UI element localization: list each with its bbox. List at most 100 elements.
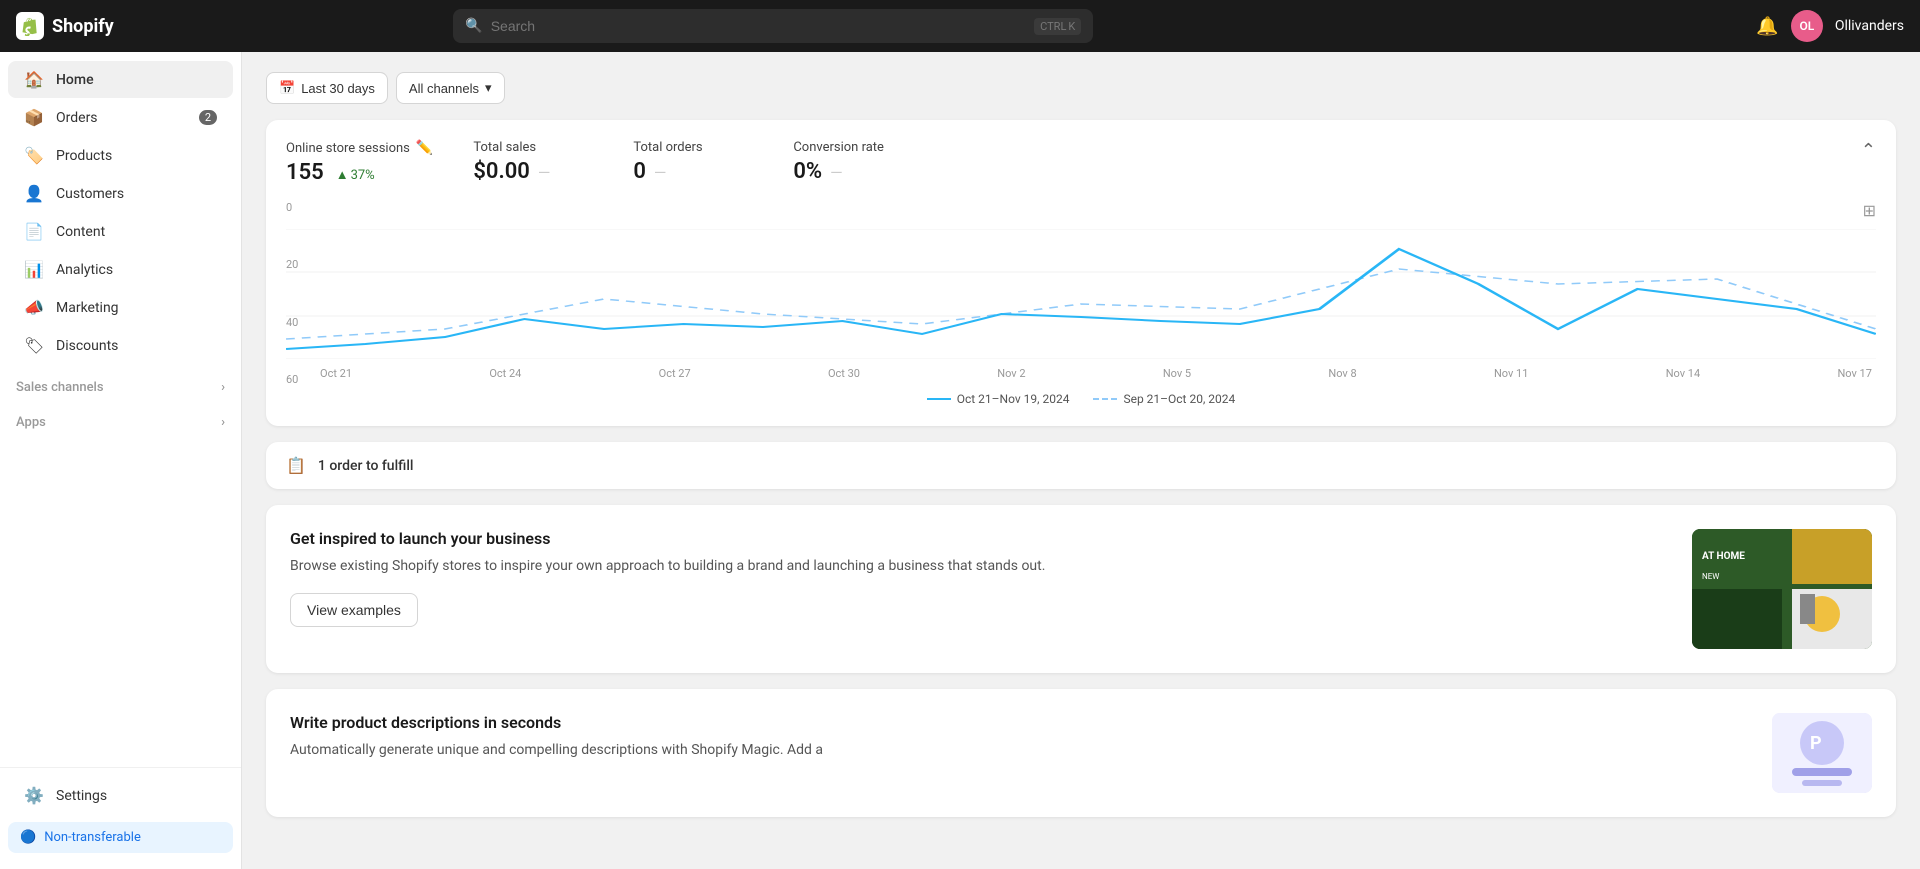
apps-chevron: ›	[221, 415, 225, 430]
write-description: Automatically generate unique and compel…	[290, 740, 1752, 761]
svg-text:AT HOME: AT HOME	[1702, 551, 1745, 562]
chart-export-button[interactable]: ⊞	[1863, 201, 1876, 221]
edit-sessions-icon[interactable]: ✏️	[416, 140, 433, 156]
brand-name: Shopify	[52, 16, 114, 37]
inspire-description: Browse existing Shopify stores to inspir…	[290, 556, 1672, 577]
write-image: P	[1772, 713, 1872, 793]
customers-icon: 👤	[24, 184, 44, 203]
fulfill-icon: 📋	[286, 456, 306, 475]
sidebar-item-orders-label: Orders	[56, 110, 98, 126]
legend-previous-line	[1093, 398, 1117, 400]
filter-bar: 📅 Last 30 days All channels ▾	[266, 72, 1896, 104]
sales-channels-label: Sales channels	[16, 380, 104, 395]
apps-section[interactable]: Apps ›	[0, 407, 241, 434]
total-orders-value-row: 0 —	[633, 159, 753, 184]
sidebar-bottom: ⚙️ Settings 🔵 Non-transferable	[0, 767, 241, 869]
content-icon: 📄	[24, 222, 44, 241]
conversion-rate-value-row: 0% —	[793, 159, 913, 184]
legend-current: Oct 21–Nov 19, 2024	[927, 392, 1070, 406]
sidebar-item-analytics[interactable]: 📊 Analytics	[8, 251, 233, 288]
sidebar-item-discounts[interactable]: 🏷 Discounts	[8, 327, 233, 364]
channel-filter-label: All channels	[409, 81, 479, 96]
conversion-rate-stat: Conversion rate 0% —	[793, 140, 913, 184]
non-transferable-banner[interactable]: 🔵 Non-transferable	[8, 822, 233, 853]
sidebar-item-customers[interactable]: 👤 Customers	[8, 175, 233, 212]
chart-y-labels: 60 40 20 0	[286, 201, 316, 386]
main-layout: 🏠 Home 📦 Orders 2 🏷️ Products 👤 Customer…	[0, 52, 1920, 869]
calendar-icon: 📅	[279, 80, 295, 96]
topbar: Shopify 🔍 CTRL K 🔔 OL Ollivanders	[0, 0, 1920, 52]
svg-text:NEW: NEW	[1702, 572, 1719, 581]
notification-button[interactable]: 🔔	[1756, 16, 1778, 37]
sidebar-item-home[interactable]: 🏠 Home	[8, 61, 233, 98]
shopify-icon	[16, 12, 44, 40]
sales-channels-chevron: ›	[221, 380, 225, 395]
non-transferable-icon: 🔵	[20, 830, 36, 845]
orders-icon: 📦	[24, 108, 44, 127]
chart-legend: Oct 21–Nov 19, 2024 Sep 21–Oct 20, 2024	[286, 392, 1876, 406]
online-sessions-value: 155 ▲ 37%	[286, 160, 433, 185]
avatar: OL	[1791, 10, 1823, 42]
channel-filter[interactable]: All channels ▾	[396, 72, 505, 104]
sidebar-item-settings-label: Settings	[56, 788, 107, 804]
brand-logo[interactable]: Shopify	[16, 12, 114, 40]
write-card: Write product descriptions in seconds Au…	[266, 689, 1896, 817]
search-input[interactable]	[491, 18, 1026, 34]
online-sessions-label: Online store sessions ✏️	[286, 140, 433, 156]
chart-area: ⊞ 60 40 20 0	[286, 201, 1876, 406]
stats-collapse-button[interactable]: ⌃	[1861, 140, 1876, 161]
chart-svg-wrapper: Oct 21 Oct 24 Oct 27 Oct 30 Nov 2 Nov 5 …	[286, 229, 1876, 380]
sidebar-item-products[interactable]: 🏷️ Products	[8, 137, 233, 174]
inspire-title: Get inspired to launch your business	[290, 529, 1672, 548]
sidebar: 🏠 Home 📦 Orders 2 🏷️ Products 👤 Customer…	[0, 52, 242, 869]
sidebar-item-content[interactable]: 📄 Content	[8, 213, 233, 250]
user-name: Ollivanders	[1835, 18, 1904, 34]
legend-previous: Sep 21–Oct 20, 2024	[1093, 392, 1235, 406]
orders-badge: 2	[199, 110, 217, 125]
fulfill-card[interactable]: 📋 1 order to fulfill	[266, 442, 1896, 489]
apps-label: Apps	[16, 415, 46, 430]
sidebar-item-content-label: Content	[56, 224, 105, 240]
total-sales-stat: Total sales $0.00 —	[473, 140, 593, 184]
sidebar-item-marketing-label: Marketing	[56, 300, 119, 316]
stats-header: Online store sessions ✏️ 155 ▲ 37% Tot	[286, 140, 1876, 185]
legend-current-line	[927, 398, 951, 400]
topbar-right: 🔔 OL Ollivanders	[1756, 10, 1904, 42]
sidebar-item-settings[interactable]: ⚙️ Settings	[8, 777, 233, 814]
chart-wrapper: 60 40 20 0	[286, 229, 1876, 380]
sidebar-item-orders[interactable]: 📦 Orders 2	[8, 99, 233, 136]
online-sessions-stat: Online store sessions ✏️ 155 ▲ 37%	[286, 140, 433, 185]
analytics-icon: 📊	[24, 260, 44, 279]
arrow-up-icon: ▲	[336, 167, 349, 183]
search-bar[interactable]: 🔍 CTRL K	[453, 9, 1093, 43]
total-orders-stat: Total orders 0 —	[633, 140, 753, 184]
search-icon: 🔍	[465, 18, 482, 34]
total-sales-value-row: $0.00 —	[473, 159, 593, 184]
sidebar-item-products-label: Products	[56, 148, 112, 164]
date-range-filter[interactable]: 📅 Last 30 days	[266, 72, 388, 104]
marketing-icon: 📣	[24, 298, 44, 317]
chart-x-labels: Oct 21 Oct 24 Oct 27 Oct 30 Nov 2 Nov 5 …	[316, 363, 1876, 380]
non-transferable-label: Non-transferable	[44, 830, 141, 845]
svg-text:P: P	[1810, 733, 1822, 754]
search-shortcut: CTRL K	[1034, 18, 1081, 35]
date-range-label: Last 30 days	[301, 81, 375, 96]
sales-channels-section[interactable]: Sales channels ›	[0, 372, 241, 399]
sidebar-item-customers-label: Customers	[56, 186, 124, 202]
view-examples-button[interactable]: View examples	[290, 593, 418, 627]
sidebar-nav: 🏠 Home 📦 Orders 2 🏷️ Products 👤 Customer…	[0, 52, 241, 767]
main-content: 📅 Last 30 days All channels ▾ Online sto…	[242, 52, 1920, 869]
fulfill-label: 1 order to fulfill	[318, 458, 414, 474]
channel-filter-chevron: ▾	[485, 80, 492, 96]
home-icon: 🏠	[24, 70, 44, 89]
inspire-image: AT HOME NEW	[1692, 529, 1872, 649]
sidebar-item-home-label: Home	[56, 72, 94, 88]
inspire-content: Get inspired to launch your business Bro…	[290, 529, 1672, 627]
sessions-change: ▲ 37%	[336, 167, 375, 183]
chart-svg	[286, 229, 1876, 359]
stats-card: Online store sessions ✏️ 155 ▲ 37% Tot	[266, 120, 1896, 426]
sidebar-item-discounts-label: Discounts	[56, 338, 118, 354]
sidebar-item-marketing[interactable]: 📣 Marketing	[8, 289, 233, 326]
write-content: Write product descriptions in seconds Au…	[290, 713, 1752, 761]
products-icon: 🏷️	[24, 146, 44, 165]
